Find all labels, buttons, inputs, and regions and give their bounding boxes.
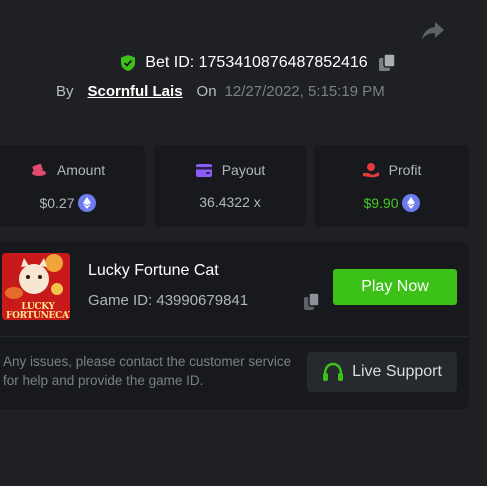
eth-coin-icon bbox=[77, 194, 96, 212]
payout-value: 36.4322 x bbox=[199, 194, 261, 210]
divider bbox=[0, 336, 469, 337]
bet-id: Bet ID: 1753410876487852416 bbox=[145, 54, 368, 71]
game-id: Game ID: 43990679841 bbox=[88, 292, 249, 309]
wallet-icon bbox=[195, 163, 212, 177]
bet-details-panel: Bet ID: 1753410876487852416 By Scornful … bbox=[0, 0, 487, 486]
bet-id-row: Bet ID: 1753410876487852416 bbox=[0, 52, 487, 74]
by-label: By bbox=[56, 83, 74, 100]
stats-row: Amount $0.27 Payout 36.4322 x Profit $9.… bbox=[0, 145, 487, 227]
amount-card: Amount $0.27 bbox=[0, 145, 145, 227]
author-row: By Scornful Lais On 12/27/2022, 5:15:19 … bbox=[56, 83, 385, 100]
game-thumbnail[interactable]: LUCKY FORTUNECAT bbox=[2, 253, 70, 320]
share-icon bbox=[422, 22, 444, 40]
profit-value: $9.90 bbox=[363, 195, 399, 211]
copy-icon[interactable] bbox=[376, 52, 398, 74]
bet-date: 12/27/2022, 5:15:19 PM bbox=[224, 83, 385, 100]
game-title: Lucky Fortune Cat bbox=[88, 262, 219, 279]
profit-label: Profit bbox=[388, 162, 422, 178]
amount-value: $0.27 bbox=[39, 195, 75, 211]
game-card: LUCKY FORTUNECAT Lucky Fortune Cat Game … bbox=[0, 242, 469, 409]
share-button[interactable] bbox=[419, 18, 447, 44]
live-support-button[interactable]: Live Support bbox=[307, 352, 457, 392]
payout-label: Payout bbox=[221, 162, 266, 178]
help-text: Any issues, please contact the customer … bbox=[3, 354, 292, 388]
shield-check-icon bbox=[121, 55, 136, 71]
payout-card: Payout 36.4322 x bbox=[154, 145, 306, 227]
copy-icon[interactable] bbox=[302, 291, 322, 313]
on-label: On bbox=[196, 83, 217, 100]
thumbnail-title: LUCKY FORTUNECAT bbox=[6, 302, 70, 321]
coins-icon bbox=[31, 163, 46, 176]
user-name-link[interactable]: Scornful Lais bbox=[88, 83, 183, 100]
headset-icon bbox=[323, 362, 344, 381]
play-now-button[interactable]: Play Now bbox=[333, 269, 457, 305]
profit-card: Profit $9.90 bbox=[314, 145, 469, 227]
amount-label: Amount bbox=[56, 162, 106, 178]
live-support-label: Live Support bbox=[352, 363, 442, 380]
hand-coin-icon bbox=[362, 163, 379, 178]
eth-coin-icon bbox=[401, 194, 420, 212]
